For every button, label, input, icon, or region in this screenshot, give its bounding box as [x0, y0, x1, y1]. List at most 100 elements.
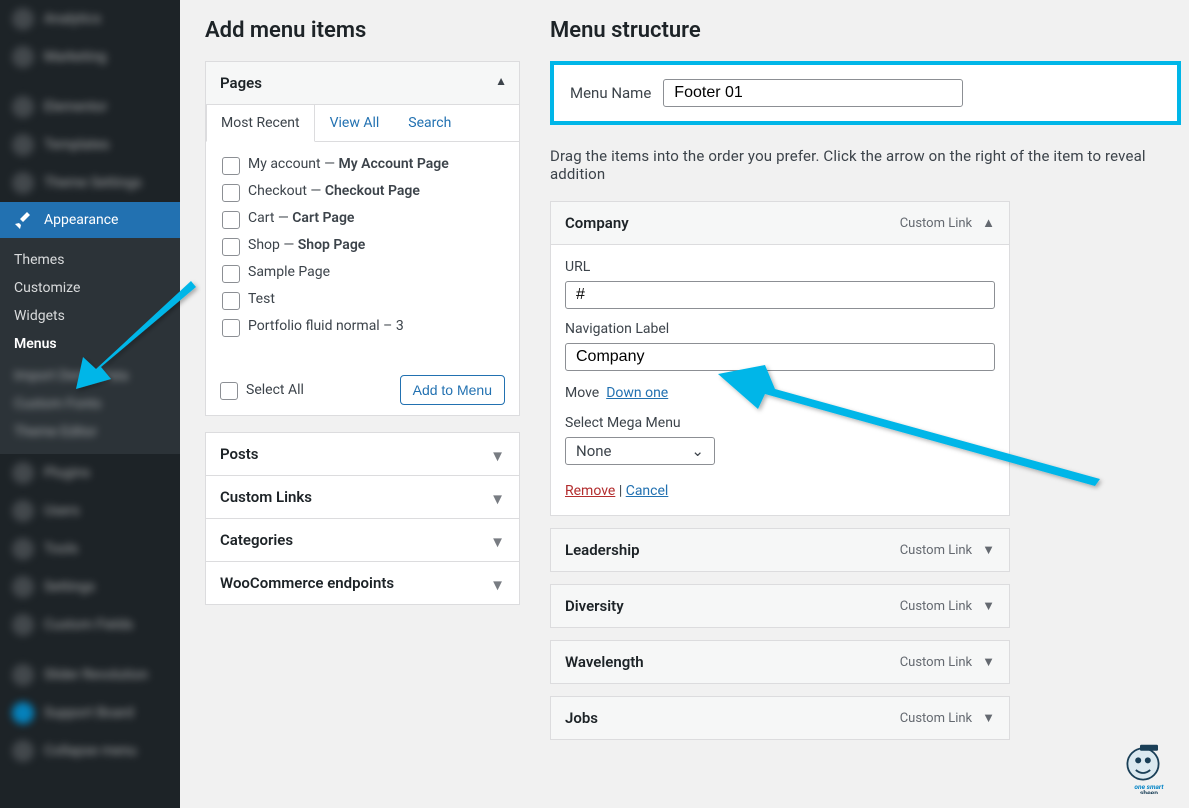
tab-search[interactable]: Search — [394, 105, 465, 141]
menu-structure-heading: Menu structure — [550, 18, 1181, 43]
select-all-label: Select All — [246, 382, 304, 398]
checkbox[interactable] — [222, 157, 240, 175]
add-items-heading: Add menu items — [205, 18, 520, 43]
sidebar-submenu: Themes Customize Widgets Menus Import De… — [0, 238, 180, 454]
nav-label-label: Navigation Label — [565, 321, 995, 337]
triangle-up-icon: ▲ — [495, 74, 507, 88]
panel-title: Pages — [220, 74, 262, 92]
list-item[interactable]: Checkout — Checkout Page — [220, 179, 501, 206]
tab-view-all[interactable]: View All — [316, 105, 394, 141]
mega-menu-label: Select Mega Menu — [565, 415, 995, 431]
sidebar-item-blur: Plugins — [0, 454, 180, 492]
menu-item-jobs[interactable]: JobsCustom Link▼ — [550, 696, 1010, 740]
move-down-one-link[interactable]: Down one — [606, 385, 668, 401]
list-item[interactable]: My account — My Account Page — [220, 152, 501, 179]
sidebar-item-blur: Theme Settings — [0, 164, 180, 202]
panel-categories[interactable]: Categories▼ — [205, 519, 520, 562]
checkbox[interactable] — [222, 292, 240, 310]
pages-checklist[interactable]: My account — My Account Page Checkout — … — [220, 152, 505, 357]
triangle-down-icon: ▼ — [982, 654, 995, 670]
pages-tabs: Most Recent View All Search — [206, 105, 519, 142]
sidebar-blurred-group2: Plugins Users Tools Settings Custom Fiel… — [0, 454, 180, 770]
checkbox[interactable] — [222, 184, 240, 202]
panel-pages: Pages ▲ Most Recent View All Search My a… — [205, 61, 520, 416]
sidebar-item-label: Appearance — [44, 212, 118, 228]
sidebar-subitem-blur: Import Demo Data — [14, 362, 166, 390]
cancel-link[interactable]: Cancel — [626, 483, 669, 499]
main-content: Add menu items Pages ▲ Most Recent View … — [180, 0, 1189, 808]
select-all-row[interactable]: Select All — [220, 381, 304, 400]
svg-text:sheep: sheep — [1140, 789, 1158, 794]
list-item[interactable]: Portfolio fluid normal – 3 — [220, 314, 501, 341]
menu-name-label: Menu Name — [570, 84, 651, 102]
menu-item-header[interactable]: Company Custom Link▲ — [551, 202, 1009, 244]
checkbox[interactable] — [220, 382, 238, 400]
sidebar-subitem-blur: Custom Fonts — [14, 390, 166, 418]
menu-item-company: Company Custom Link▲ URL Navigation Labe… — [550, 201, 1010, 516]
menu-structure-column: Menu structure Menu Name Drag the items … — [550, 0, 1181, 752]
checkbox[interactable] — [222, 211, 240, 229]
mega-menu-value: None — [576, 442, 612, 460]
sidebar-item-blur: Collapse menu — [0, 732, 180, 770]
watermark-logo: one smart sheep — [1119, 734, 1179, 798]
checkbox[interactable] — [222, 319, 240, 337]
panel-pages-header[interactable]: Pages ▲ — [206, 62, 519, 105]
menu-name-row: Menu Name — [550, 61, 1181, 125]
sidebar-item-blur: Tools — [0, 530, 180, 568]
sidebar-blurred-group: Analytics Marketing Elementor Templates … — [0, 0, 180, 202]
menu-item-type: Custom Link — [900, 216, 972, 231]
menu-item-diversity[interactable]: DiversityCustom Link▼ — [550, 584, 1010, 628]
checkbox[interactable] — [222, 265, 240, 283]
add-menu-items-column: Add menu items Pages ▲ Most Recent View … — [205, 0, 520, 752]
nav-label-input[interactable] — [565, 343, 995, 371]
sidebar-subitem-blur: Theme Editor — [14, 418, 166, 446]
list-item[interactable]: Cart — Cart Page — [220, 206, 501, 233]
url-label: URL — [565, 259, 995, 275]
menu-item-leadership[interactable]: LeadershipCustom Link▼ — [550, 528, 1010, 572]
add-to-menu-button[interactable]: Add to Menu — [400, 375, 505, 405]
tab-most-recent[interactable]: Most Recent — [206, 105, 315, 142]
triangle-down-icon: ▼ — [490, 447, 505, 465]
menu-item-wavelength[interactable]: WavelengthCustom Link▼ — [550, 640, 1010, 684]
list-item[interactable]: Test — [220, 287, 501, 314]
list-item[interactable]: Shop — Shop Page — [220, 233, 501, 260]
chevron-down-icon: ⌄ — [691, 442, 704, 460]
panel-woocommerce[interactable]: WooCommerce endpoints▼ — [205, 562, 520, 605]
sidebar-subitem-menus[interactable]: Menus — [14, 330, 166, 358]
menu-item-title: Wavelength — [565, 653, 644, 671]
sidebar-item-blur: Templates — [0, 126, 180, 164]
triangle-down-icon: ▼ — [982, 598, 995, 614]
sidebar-item-blur: Slider Revolution — [0, 656, 180, 694]
triangle-up-icon: ▲ — [982, 215, 995, 231]
triangle-down-icon: ▼ — [982, 710, 995, 726]
checkbox[interactable] — [222, 238, 240, 256]
menu-item-title: Leadership — [565, 541, 640, 559]
sidebar-item-blur: Settings — [0, 568, 180, 606]
sidebar-item-appearance[interactable]: Appearance — [0, 202, 180, 238]
sidebar-item-blur: Support Board — [0, 694, 180, 732]
sidebar-item-blur: Custom Fields — [0, 606, 180, 644]
remove-link[interactable]: Remove — [565, 483, 615, 499]
sidebar-item-blur: Users — [0, 492, 180, 530]
panel-posts[interactable]: Posts▼ — [205, 432, 520, 476]
move-label: Move — [565, 385, 599, 401]
sidebar-subitem-themes[interactable]: Themes — [14, 246, 166, 274]
sidebar-item-blur: Elementor — [0, 88, 180, 126]
triangle-down-icon: ▼ — [490, 576, 505, 594]
menu-name-input[interactable] — [663, 79, 963, 107]
menu-item-title: Jobs — [565, 709, 598, 727]
admin-sidebar: Analytics Marketing Elementor Templates … — [0, 0, 180, 808]
collapsed-panels: Posts▼ Custom Links▼ Categories▼ WooComm… — [205, 432, 520, 605]
sidebar-subitem-customize[interactable]: Customize — [14, 274, 166, 302]
sidebar-item-blur: Marketing — [0, 38, 180, 76]
panel-custom-links[interactable]: Custom Links▼ — [205, 476, 520, 519]
sidebar-item-blur: Analytics — [0, 0, 180, 38]
sidebar-subitem-widgets[interactable]: Widgets — [14, 302, 166, 330]
mega-menu-select[interactable]: None ⌄ — [565, 437, 715, 465]
list-item[interactable]: Sample Page — [220, 260, 501, 287]
menu-item-title: Diversity — [565, 597, 624, 615]
brush-icon — [12, 210, 34, 230]
triangle-down-icon: ▼ — [490, 490, 505, 508]
url-input[interactable] — [565, 281, 995, 309]
triangle-down-icon: ▼ — [490, 533, 505, 551]
